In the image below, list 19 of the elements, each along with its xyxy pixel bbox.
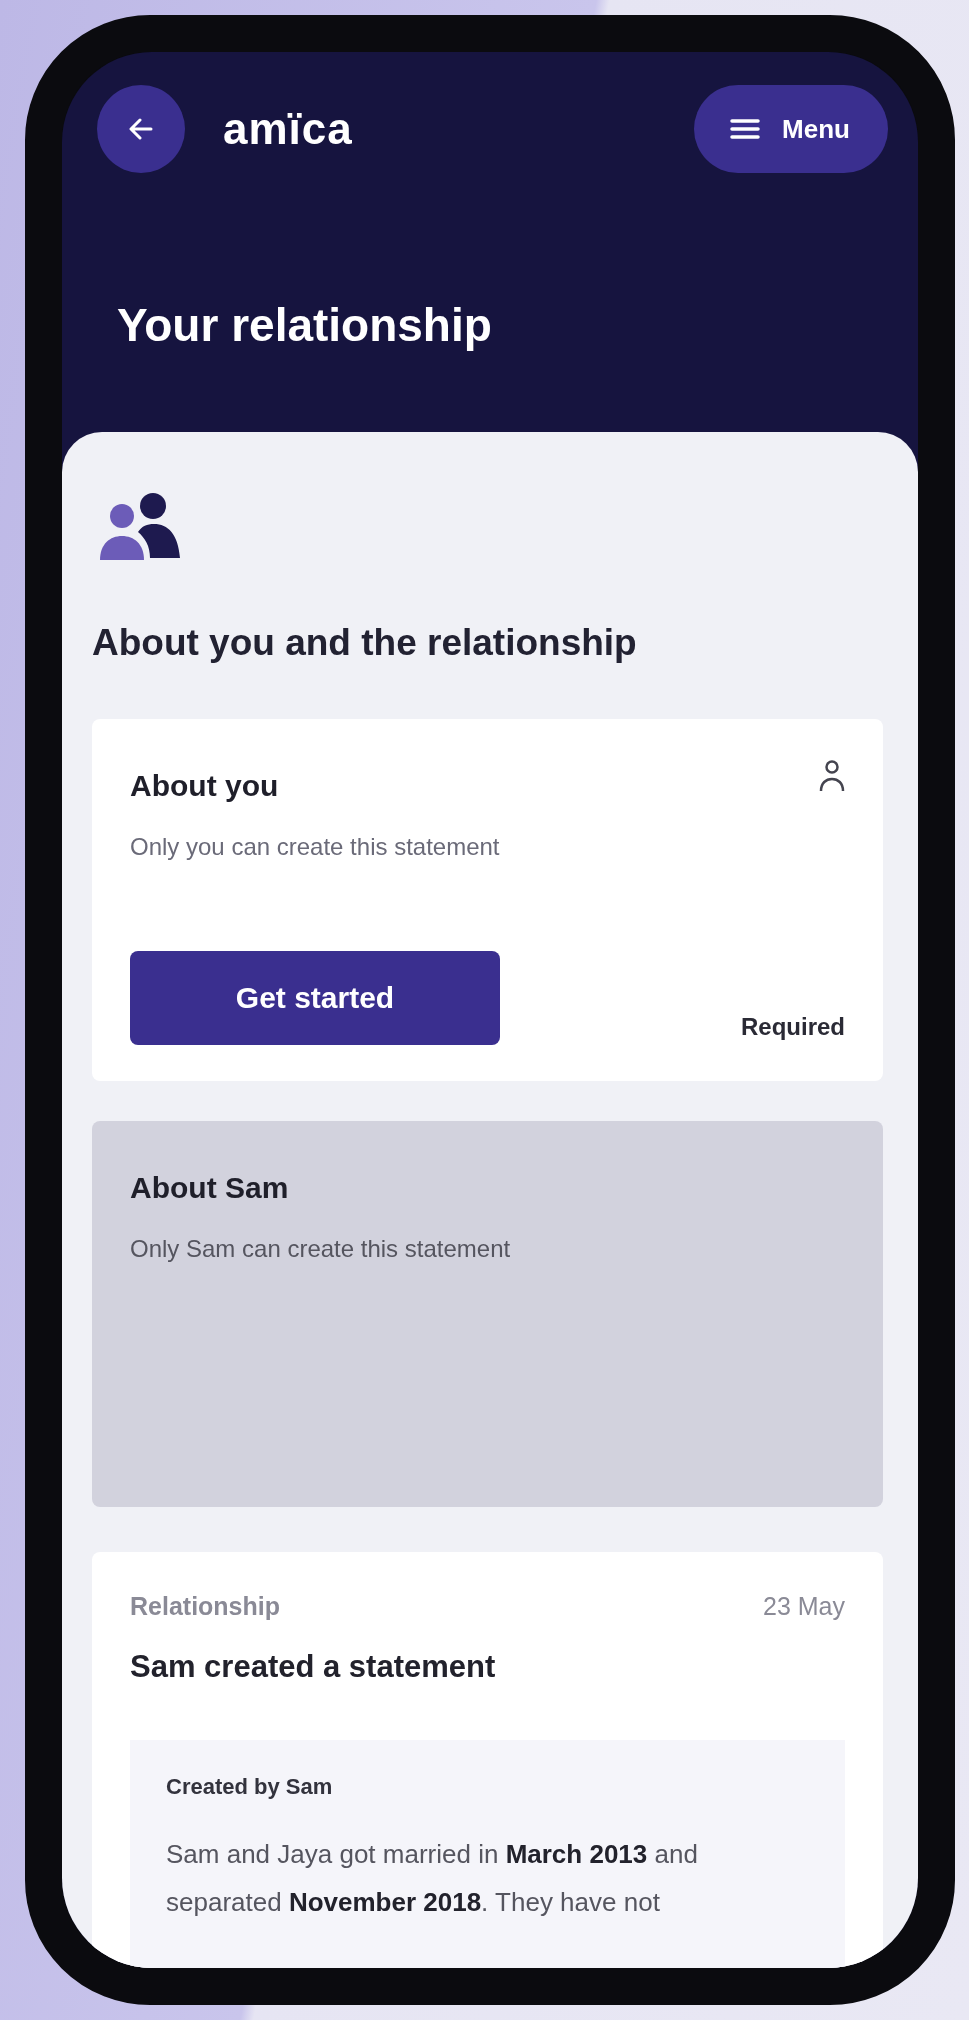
people-icon [98, 490, 182, 562]
status-label: Required [741, 1013, 845, 1041]
logo: amïca [223, 104, 353, 154]
card-description: Only you can create this statement [130, 833, 501, 861]
card-title: About you [130, 769, 279, 803]
person-icon [819, 759, 845, 793]
page-title: Your relationship [117, 298, 493, 352]
get-started-button[interactable]: Get started [130, 951, 500, 1045]
card-description: Only Sam can create this statement [130, 1235, 512, 1263]
activity-category: Relationship [130, 1592, 280, 1621]
activity-title: Sam created a statement [130, 1649, 497, 1685]
statement-text: Sam and Jaya got married in March 2013 and separated November 2018. They have not [166, 1838, 699, 1919]
statement-author: Created by Sam [166, 1774, 334, 1800]
section-title: About you and the relationship [92, 622, 638, 664]
menu-button[interactable]: Menu [694, 85, 888, 173]
menu-icon [730, 118, 761, 140]
card-title: About Sam [130, 1171, 289, 1205]
back-arrow-icon [129, 118, 153, 140]
activity-date: 23 May [763, 1592, 845, 1621]
